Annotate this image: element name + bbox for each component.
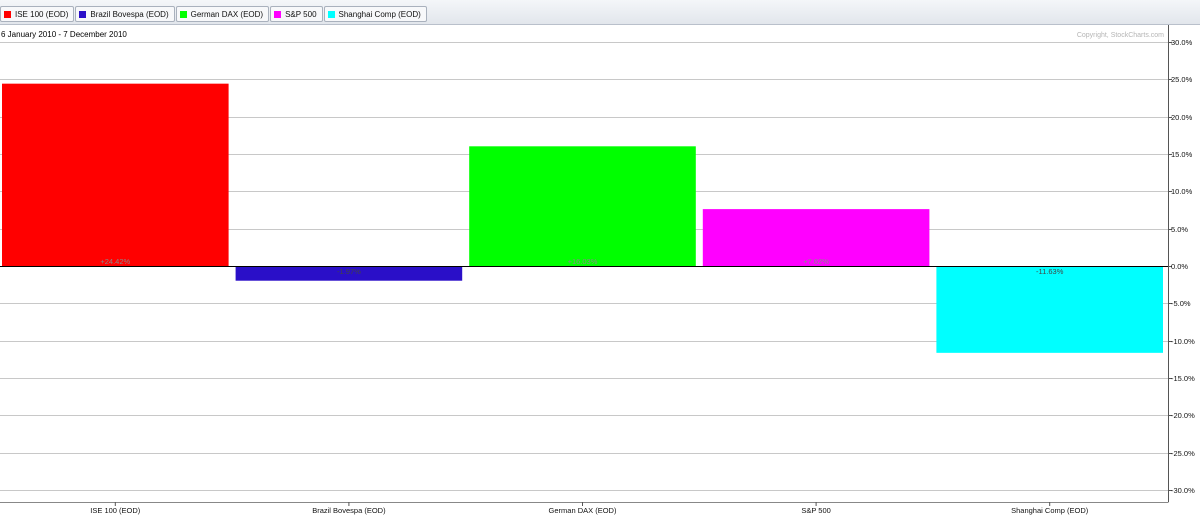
y-tick-label: -30.0%	[1171, 486, 1195, 495]
legend-item[interactable]: S&P 500	[270, 6, 323, 22]
legend-label: ISE 100 (EOD)	[15, 9, 69, 19]
legend-item[interactable]: ISE 100 (EOD)	[0, 6, 75, 22]
y-tick-label: 10.0%	[1171, 187, 1193, 196]
y-tick-label: 15.0%	[1171, 150, 1193, 159]
legend-swatch	[274, 10, 282, 18]
date-range: 6 January 2010 - 7 December 2010	[1, 30, 127, 39]
legend-label: Brazil Bovespa (EOD)	[90, 9, 169, 19]
y-tick-label: -5.0%	[1171, 299, 1191, 308]
y-tick-label: 0.0%	[1171, 262, 1188, 271]
legend-swatch	[327, 10, 335, 18]
legend-item[interactable]: Brazil Bovespa (EOD)	[75, 6, 175, 22]
bar-value-label: +16.03%	[568, 257, 598, 266]
legend-toolbar: ISE 100 (EOD) Brazil Bovespa (EOD) German …	[0, 0, 1200, 25]
bar	[2, 83, 229, 266]
x-axis: ISE 100 (EOD) Brazil Bovespa (EOD) German …	[90, 502, 1089, 515]
bar-value-label: +7.62%	[803, 257, 829, 266]
legend-item[interactable]: Shanghai Comp (EOD)	[323, 6, 427, 22]
legend-swatch	[4, 10, 11, 18]
copyright: Copyright, StockCharts.com	[1077, 32, 1164, 39]
legend-label: German DAX (EOD)	[190, 9, 264, 19]
legend-swatch	[179, 10, 187, 18]
x-tick-label: Shanghai Comp (EOD)	[1011, 506, 1089, 515]
y-tick-label: 20.0%	[1171, 113, 1193, 122]
bar	[469, 146, 696, 266]
legend-label: S&P 500	[285, 9, 317, 19]
legend-label: Shanghai Comp (EOD)	[338, 9, 421, 19]
y-tick-label: -10.0%	[1171, 337, 1195, 346]
x-tick-label: Brazil Bovespa (EOD)	[312, 506, 386, 515]
legend-swatch	[79, 10, 87, 18]
bar	[936, 266, 1163, 353]
x-tick-label: ISE 100 (EOD)	[90, 506, 141, 515]
y-tick-label: -20.0%	[1171, 411, 1195, 420]
y-axis: 30.0% 25.0% 20.0% 15.0% 10.0% 5.0% 0.0% -5.0% -1…	[1168, 38, 1195, 495]
y-tick-label: 25.0%	[1171, 75, 1193, 84]
y-tick-label: 30.0%	[1171, 38, 1193, 47]
x-tick-label: German DAX (EOD)	[549, 506, 617, 515]
y-tick-label: -15.0%	[1171, 374, 1195, 383]
x-tick-label: S&P 500	[801, 506, 830, 515]
legend: ISE 100 (EOD) Brazil Bovespa (EOD) German …	[0, 6, 428, 22]
bar-value-label: -1.97%	[337, 267, 361, 276]
y-tick-label: 5.0%	[1171, 225, 1188, 234]
performance-bar-chart: +24.42% -1.97% +16.03% +7.62% -11.63% 30.0% 2…	[0, 25, 1195, 515]
y-tick-label: -25.0%	[1171, 449, 1195, 458]
bar-value-label: +24.42%	[100, 257, 130, 266]
legend-item[interactable]: German DAX (EOD)	[175, 6, 270, 22]
bar-value-label: -11.63%	[1036, 267, 1064, 276]
